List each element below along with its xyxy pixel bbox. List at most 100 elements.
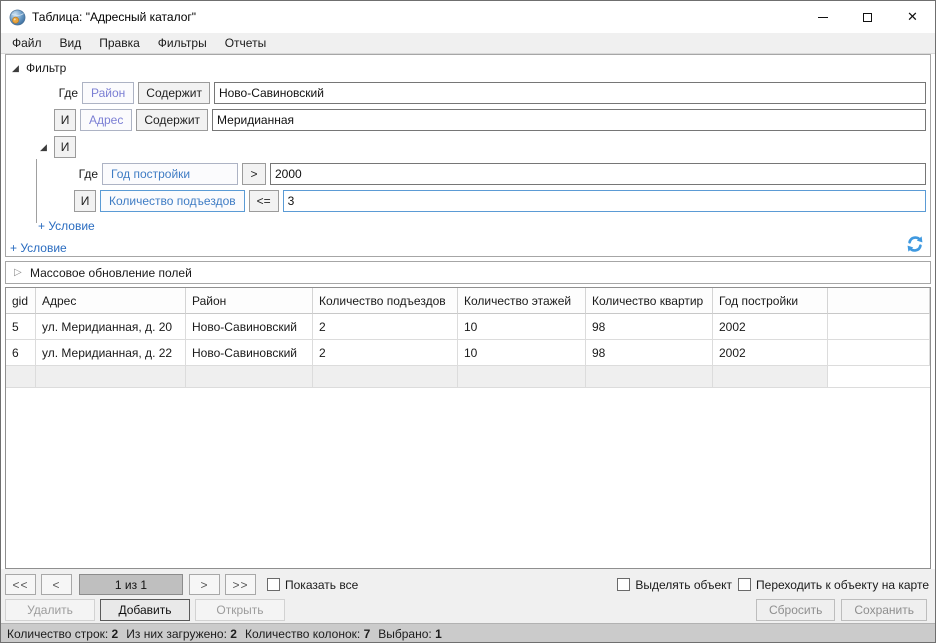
- open-button[interactable]: Открыть: [195, 599, 285, 621]
- close-icon: ✕: [907, 9, 918, 25]
- col-header-adres[interactable]: Адрес: [36, 288, 186, 314]
- col-header-podezdy[interactable]: Количество подъездов: [313, 288, 458, 314]
- menu-reports[interactable]: Отчеты: [216, 33, 275, 53]
- menu-file[interactable]: Файл: [3, 33, 51, 53]
- status-selected: Выбрано: 1: [378, 627, 442, 641]
- operator-button-contains[interactable]: Содержит: [136, 109, 208, 131]
- show-all-option: Показать все: [267, 578, 358, 592]
- cell-kvartiry: 98: [586, 340, 713, 366]
- mass-update-expander[interactable]: ▷ Массовое обновление полей: [5, 261, 931, 284]
- menu-view[interactable]: Вид: [51, 33, 91, 53]
- filter-title: Фильтр: [26, 61, 66, 75]
- mass-update-label: Массовое обновление полей: [30, 266, 192, 280]
- table-header-row: gid Адрес Район Количество подъездов Кол…: [6, 288, 930, 314]
- app-window: Таблица: "Адресный каталог" ✕ Файл Вид П…: [0, 0, 936, 643]
- goto-object-label: Переходить к объекту на карте: [756, 578, 929, 592]
- expander-open-icon: ◢: [12, 63, 26, 74]
- maximize-icon: [863, 13, 872, 22]
- highlight-object-checkbox[interactable]: [617, 578, 630, 591]
- highlight-object-option: Выделять объект: [617, 578, 732, 592]
- condition-value-input[interactable]: [270, 163, 926, 185]
- menu-filters[interactable]: Фильтры: [149, 33, 216, 53]
- next-page-button[interactable]: >: [189, 574, 220, 595]
- filter-condition-row: Где Район Содержит: [6, 82, 926, 104]
- cell-rayon: Ново-Савиновский: [186, 314, 313, 340]
- where-label: Где: [74, 167, 98, 181]
- close-button[interactable]: ✕: [890, 2, 935, 33]
- pagination-row: << < 1 из 1 > >> Показать все Выделять о…: [5, 574, 929, 595]
- field-button-kolichestvo-podezdov[interactable]: Количество подъездов: [100, 190, 245, 212]
- goto-object-option: Переходить к объекту на карте: [738, 578, 929, 592]
- col-header-rayon[interactable]: Район: [186, 288, 313, 314]
- data-table: gid Адрес Район Количество подъездов Кол…: [5, 287, 931, 569]
- group-tree-line: [36, 159, 37, 223]
- status-rows: Количество строк: 2: [7, 627, 118, 641]
- col-header-empty: [828, 288, 930, 314]
- reset-button[interactable]: Сбросить: [756, 599, 835, 621]
- cell-podezdy: 2: [313, 340, 458, 366]
- filter-expander[interactable]: ◢ Фильтр: [12, 59, 930, 77]
- add-condition-link-outer[interactable]: + Условие: [10, 240, 67, 256]
- cell-gid: 5: [6, 314, 36, 340]
- operator-button-less-equal[interactable]: <=: [249, 190, 279, 212]
- refresh-icon[interactable]: [906, 235, 924, 253]
- highlight-object-label: Выделять объект: [635, 578, 732, 592]
- minimize-icon: [818, 17, 828, 18]
- cell-adres: ул. Меридианная, д. 20: [36, 314, 186, 340]
- cell-kvartiry: 98: [586, 314, 713, 340]
- operator-button-contains[interactable]: Содержит: [138, 82, 210, 104]
- operator-button-greater[interactable]: >: [242, 163, 266, 185]
- filter-panel: ◢ Фильтр Где Район Содержит И Адрес Соде…: [5, 54, 931, 257]
- field-button-adres[interactable]: Адрес: [80, 109, 132, 131]
- filter-group-row: ◢ И: [6, 136, 926, 158]
- menu-bar: Файл Вид Правка Фильтры Отчеты: [1, 33, 935, 54]
- cell-empty: [828, 340, 930, 366]
- status-bar: Количество строк: 2 Из них загружено: 2 …: [1, 623, 935, 643]
- status-columns: Количество колонок: 7: [245, 627, 370, 641]
- table-row[interactable]: 6 ул. Меридианная, д. 22 Ново-Савиновски…: [6, 340, 930, 366]
- group-expander-open-icon[interactable]: ◢: [40, 142, 54, 153]
- table-row[interactable]: 5 ул. Меридианная, д. 20 Ново-Савиновски…: [6, 314, 930, 340]
- maximize-button[interactable]: [845, 2, 890, 33]
- col-header-god[interactable]: Год постройки: [713, 288, 828, 314]
- delete-button[interactable]: Удалить: [5, 599, 95, 621]
- field-button-rayon[interactable]: Район: [82, 82, 134, 104]
- col-header-gid[interactable]: gid: [6, 288, 36, 314]
- show-all-checkbox[interactable]: [267, 578, 280, 591]
- and-button[interactable]: И: [74, 190, 96, 212]
- show-all-label: Показать все: [285, 578, 358, 592]
- save-button[interactable]: Сохранить: [841, 599, 927, 621]
- col-header-kvartiry[interactable]: Количество квартир: [586, 288, 713, 314]
- field-button-god-postroyki[interactable]: Год постройки: [102, 163, 238, 185]
- and-button[interactable]: И: [54, 109, 76, 131]
- menu-edit[interactable]: Правка: [90, 33, 149, 53]
- cell-etazhi: 10: [458, 314, 586, 340]
- add-button[interactable]: Добавить: [100, 599, 190, 621]
- cell-god: 2002: [713, 314, 828, 340]
- first-page-button[interactable]: <<: [5, 574, 36, 595]
- condition-value-input[interactable]: [212, 109, 926, 131]
- cell-podezdy: 2: [313, 314, 458, 340]
- cell-empty: [828, 314, 930, 340]
- bottom-panel: << < 1 из 1 > >> Показать все Выделять о…: [1, 569, 935, 623]
- expander-closed-icon: ▷: [14, 267, 30, 278]
- where-label: Где: [54, 86, 78, 100]
- cell-god: 2002: [713, 340, 828, 366]
- filter-condition-row: И Количество подъездов <=: [6, 190, 926, 212]
- cell-gid: 6: [6, 340, 36, 366]
- group-and-button[interactable]: И: [54, 136, 76, 158]
- table-row-empty[interactable]: [6, 366, 930, 388]
- status-loaded: Из них загружено: 2: [126, 627, 237, 641]
- last-page-button[interactable]: >>: [225, 574, 256, 595]
- minimize-button[interactable]: [800, 2, 845, 33]
- condition-value-input[interactable]: [214, 82, 926, 104]
- add-condition-link-inner[interactable]: + Условие: [38, 218, 95, 234]
- window-title: Таблица: "Адресный каталог": [32, 10, 196, 24]
- cell-rayon: Ново-Савиновский: [186, 340, 313, 366]
- filter-condition-row: Где Год постройки >: [6, 163, 926, 185]
- col-header-etazhi[interactable]: Количество этажей: [458, 288, 586, 314]
- goto-object-checkbox[interactable]: [738, 578, 751, 591]
- cell-etazhi: 10: [458, 340, 586, 366]
- condition-value-input-focused[interactable]: [283, 190, 926, 212]
- prev-page-button[interactable]: <: [41, 574, 72, 595]
